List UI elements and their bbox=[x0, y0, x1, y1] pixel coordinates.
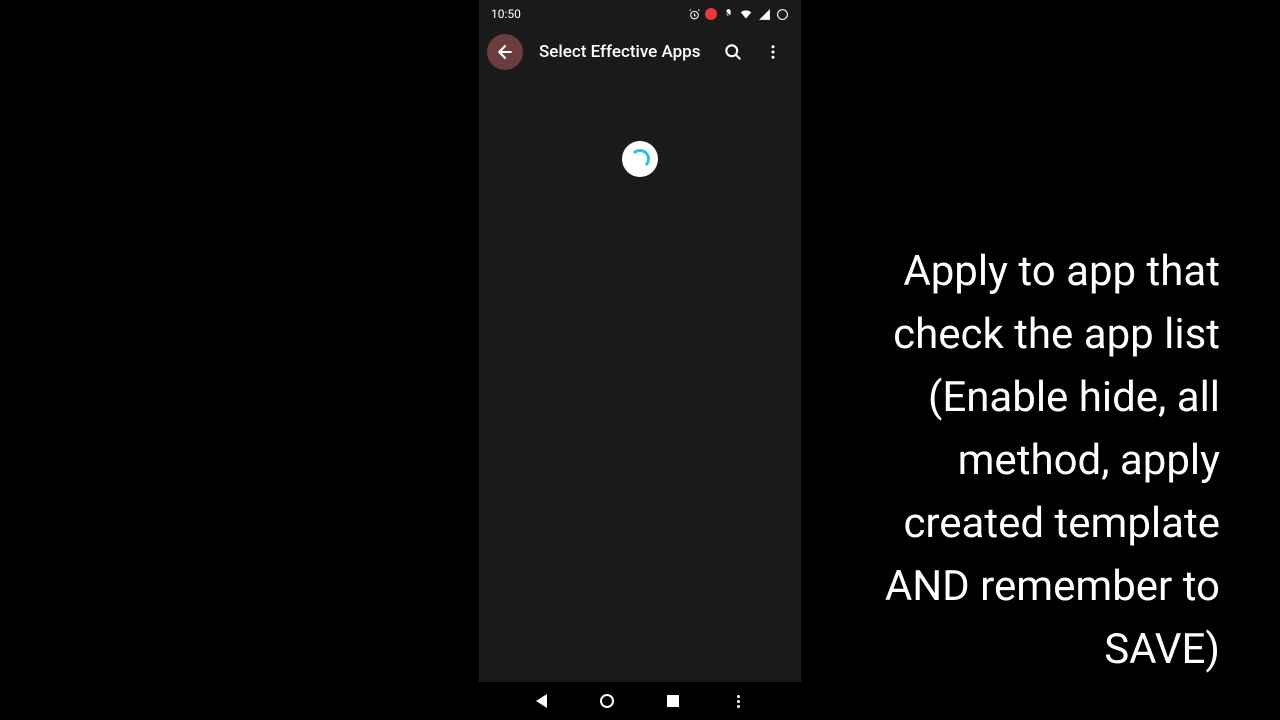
system-nav-bar bbox=[479, 682, 801, 720]
nav-home-button[interactable] bbox=[587, 694, 627, 708]
arrow-left-icon bbox=[495, 42, 515, 62]
signal-icon bbox=[757, 7, 771, 21]
wifi-icon bbox=[739, 7, 753, 21]
page-title: Select Effective Apps bbox=[539, 42, 713, 62]
more-vert-icon bbox=[764, 43, 782, 61]
instruction-text: Apply to app that check the app list (En… bbox=[840, 240, 1220, 681]
dots-menu-icon bbox=[737, 695, 740, 708]
search-button[interactable] bbox=[713, 32, 753, 72]
nav-menu-button[interactable] bbox=[718, 695, 758, 708]
status-bar: 10:50 bbox=[479, 0, 801, 28]
nav-back-button[interactable] bbox=[522, 694, 562, 708]
overflow-menu-button[interactable] bbox=[753, 32, 793, 72]
back-button[interactable] bbox=[487, 34, 523, 70]
circle-home-icon bbox=[600, 694, 614, 708]
square-recents-icon bbox=[667, 695, 679, 707]
app-bar: Select Effective Apps bbox=[479, 28, 801, 76]
content-area bbox=[479, 76, 801, 682]
status-time: 10:50 bbox=[491, 7, 521, 21]
alarm-icon bbox=[687, 7, 701, 21]
nav-recents-button[interactable] bbox=[653, 695, 693, 707]
loading-spinner bbox=[622, 141, 658, 177]
triangle-back-icon bbox=[536, 694, 547, 708]
spinner-arc-icon bbox=[630, 149, 650, 169]
record-icon bbox=[705, 8, 717, 20]
mute-icon bbox=[721, 7, 735, 21]
status-icons bbox=[687, 7, 789, 21]
phone-frame: 10:50 Select Effective Apps bbox=[479, 0, 801, 720]
search-icon bbox=[723, 42, 743, 62]
battery-icon bbox=[775, 7, 789, 21]
